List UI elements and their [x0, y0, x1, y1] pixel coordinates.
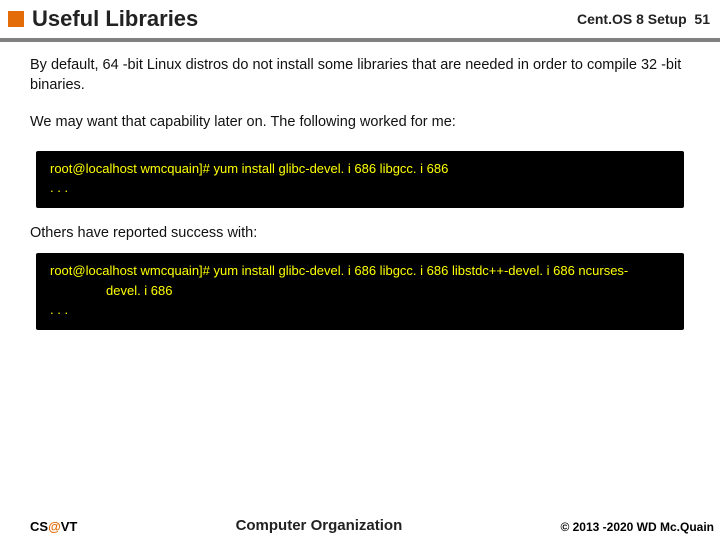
header-context: Cent.OS 8 Setup 51 — [577, 11, 710, 27]
paragraph-1: By default, 64 -bit Linux distros do not… — [30, 56, 690, 95]
footer-center: Computer Organization — [77, 517, 560, 534]
accent-square-icon — [8, 11, 24, 27]
terminal-ellipsis: . . . — [50, 178, 674, 198]
page-number: 51 — [694, 11, 710, 27]
terminal-block-1: root@localhost wmcquain]# yum install gl… — [36, 151, 684, 208]
footer-left: CS@VT — [30, 519, 77, 534]
footer-at: @ — [48, 519, 61, 534]
context-label: Cent.OS 8 Setup — [577, 11, 687, 27]
header: Useful Libraries Cent.OS 8 Setup 51 — [0, 0, 720, 36]
footer-right: © 2013 -2020 WD Mc.Quain — [560, 520, 714, 534]
terminal-text-2: devel. i 686 — [78, 283, 173, 298]
paragraph-2: We may want that capability later on. Th… — [30, 113, 690, 133]
footer-vt: VT — [61, 519, 78, 534]
footer: CS@VT Computer Organization © 2013 -2020… — [0, 517, 720, 534]
terminal-ellipsis: . . . — [50, 300, 674, 320]
terminal-line: root@localhost wmcquain]# yum install gl… — [50, 261, 674, 300]
footer-cs: CS — [30, 519, 48, 534]
paragraph-others: Others have reported success with: — [30, 224, 690, 244]
slide: Useful Libraries Cent.OS 8 Setup 51 By d… — [0, 0, 720, 540]
terminal-text-1: root@localhost wmcquain]# yum install gl… — [50, 263, 628, 278]
slide-title: Useful Libraries — [32, 6, 577, 32]
terminal-line: root@localhost wmcquain]# yum install gl… — [50, 159, 674, 179]
slide-body: By default, 64 -bit Linux distros do not… — [0, 42, 720, 330]
terminal-block-2: root@localhost wmcquain]# yum install gl… — [36, 253, 684, 330]
